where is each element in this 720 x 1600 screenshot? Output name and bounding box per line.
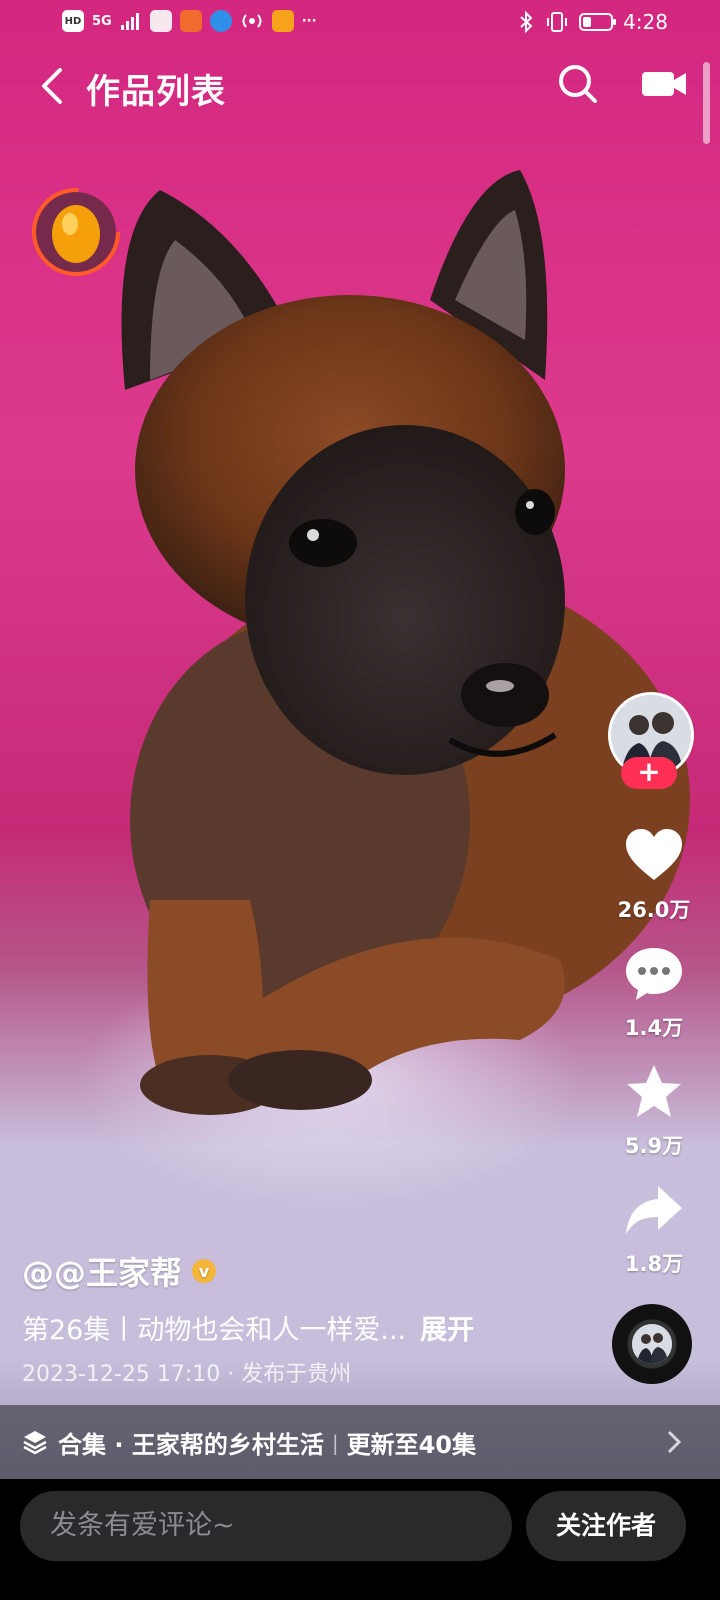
expand-caption-link[interactable]: 展开 [420,1308,474,1347]
status-time: 4:28 [623,10,668,34]
page-title: 作品列表 [86,72,226,112]
favorite-button[interactable]: 5.9万 [612,1062,696,1160]
signal-icon [120,13,139,30]
news-app-icon [179,10,202,32]
status-bar: HD 5G ··· 4:28 [0,0,720,48]
star-icon [627,1065,681,1117]
chevron-right-icon [667,1430,682,1454]
author-name: @@王家帮 [22,1254,183,1292]
bluetooth-icon [520,10,533,34]
post-meta: 2023-12-25 17:10 · 发布于贵州 [22,1362,352,1387]
heart-icon [626,829,682,880]
author-avatar-button[interactable]: + [608,692,694,789]
caption-text: 第26集丨动物也会和人一样爱... [22,1315,407,1346]
comment-input[interactable]: 发条有爱评论~ [20,1491,512,1561]
video-player[interactable]: HD 5G ··· 4:28 作品列表 + 26.0万 1.4万 5.9万 1.… [0,0,720,1600]
battery-icon [579,13,617,31]
music-disc-button[interactable] [612,1304,692,1384]
browser-app-icon [209,10,232,32]
follow-author-button[interactable]: 关注作者 [526,1491,686,1561]
collection-update: 更新至40集 [346,1431,476,1459]
layers-icon [23,1431,47,1455]
favorite-count: 5.9万 [624,1134,684,1158]
follow-plus-button[interactable]: + [621,757,677,789]
video-caption[interactable]: 第26集丨动物也会和人一样爱... 展开 [22,1308,474,1347]
share-count: 1.8万 [624,1252,684,1276]
game-app-icon [271,10,294,32]
comment-icon [626,948,682,1000]
author-name-link[interactable]: @@王家帮 v [22,1248,217,1294]
comment-count: 1.4万 [624,1016,684,1040]
comment-button[interactable]: 1.4万 [612,944,696,1042]
search-icon[interactable] [556,62,600,106]
shopping-app-icon [149,10,172,32]
music-cover [632,1324,672,1364]
collection-bar[interactable]: 合集 · 王家帮的乡村生活 | 更新至40集 [0,1405,720,1479]
collection-divider: | [331,1430,339,1455]
hotspot-icon [242,14,262,28]
collection-title: 合集 · 王家帮的乡村生活 [58,1431,324,1459]
like-button[interactable]: 26.0万 [612,826,696,924]
vibrate-icon [547,12,568,32]
music-cover-icon [632,1324,672,1364]
top-nav: 作品列表 [0,56,720,116]
share-icon [626,1186,682,1234]
verified-badge-icon: v [192,1259,217,1283]
camera-icon[interactable] [640,66,688,102]
back-icon[interactable] [36,64,72,108]
more-notifications-icon: ··· [301,13,317,29]
share-button[interactable]: 1.8万 [612,1180,696,1278]
network-indicator: 5G [92,13,112,29]
like-count: 26.0万 [617,898,691,922]
hd-icon: HD [62,10,84,32]
bottom-bar: 发条有爱评论~ 关注作者 [0,1479,720,1600]
scroll-indicator [703,62,710,144]
egg-reward-icon[interactable] [30,186,122,278]
